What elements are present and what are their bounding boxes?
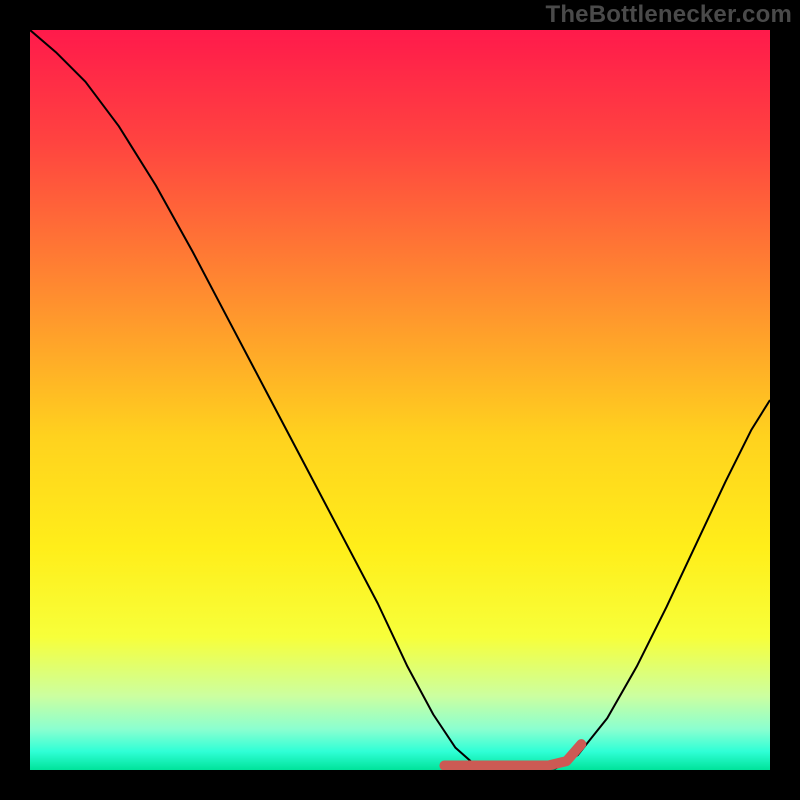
gradient-background <box>30 30 770 770</box>
chart-svg <box>30 30 770 770</box>
watermark-text: TheBottleneсker.com <box>545 1 792 29</box>
plot-area <box>30 30 770 770</box>
chart-frame: TheBottleneсker.com <box>0 0 800 800</box>
